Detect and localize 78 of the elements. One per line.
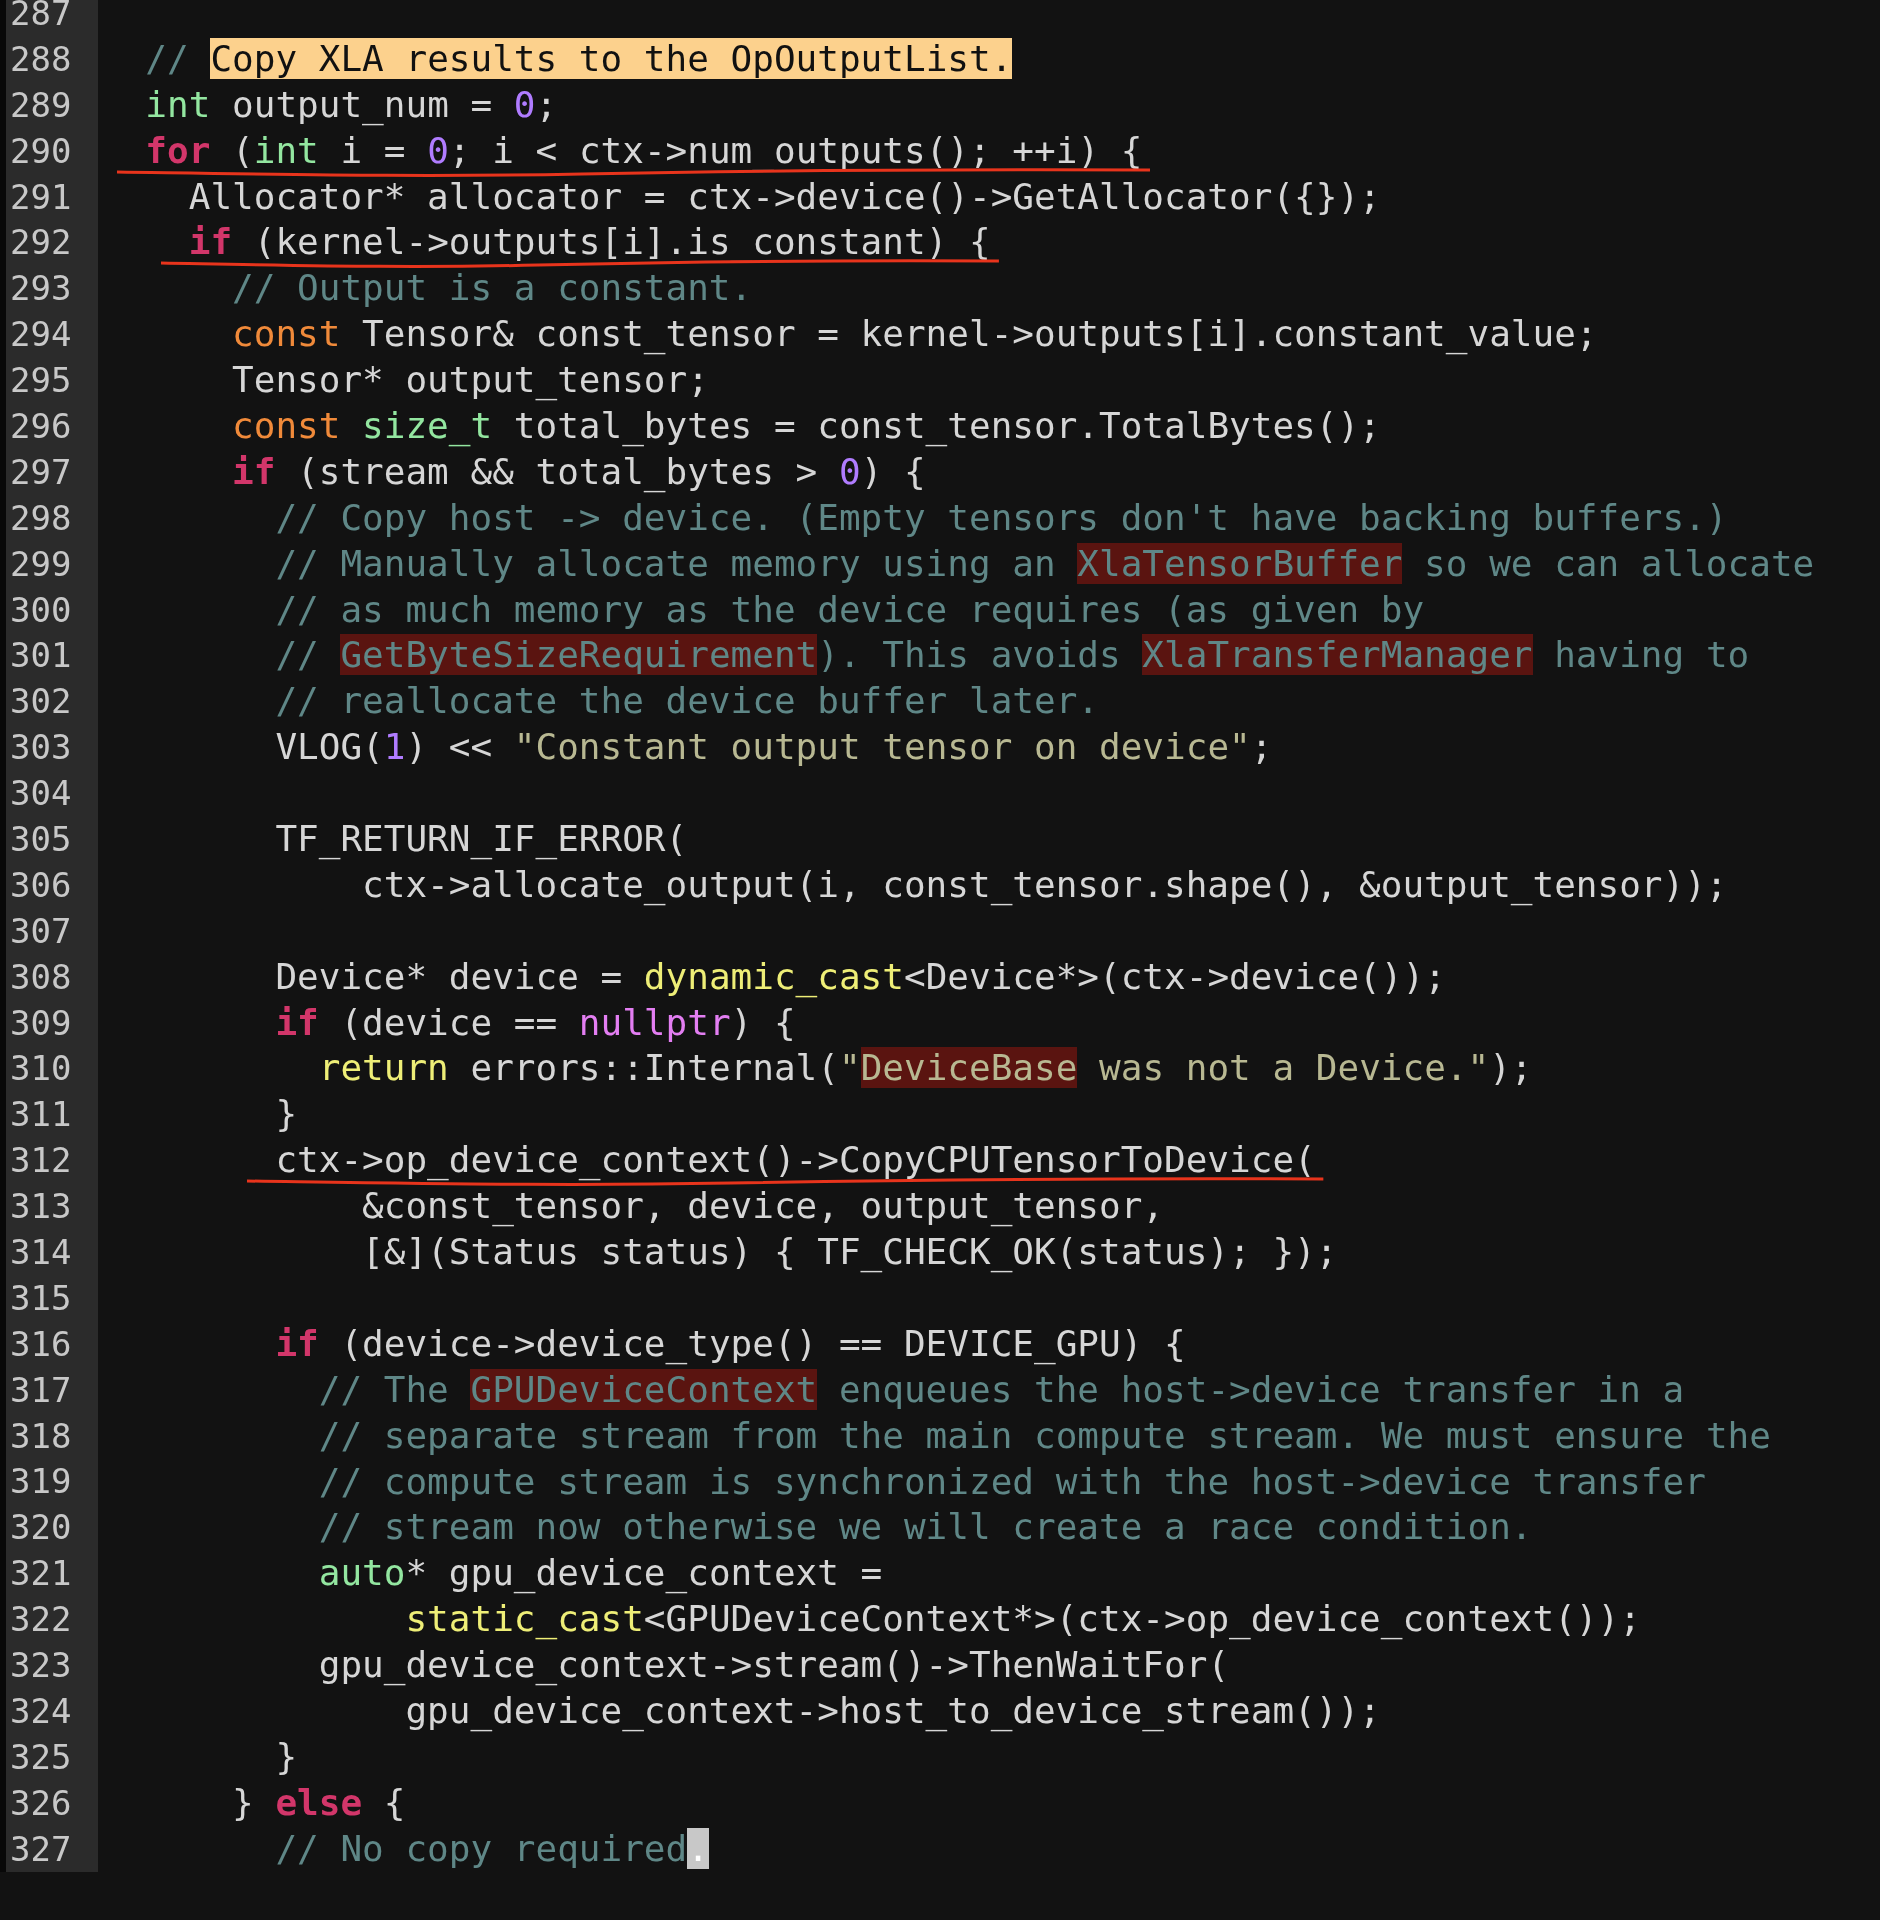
code-line: VLOG(1) << "Constant output tensor on device"; [275,726,1273,768]
line-number: 294 [10,314,72,355]
code-line: for (int i = 0; i < ctx->num_outputs(); ++i) { [145,129,1143,171]
line-number: 317 [10,1369,72,1410]
code-line: const Tensor& const_tensor = kernel->outputs[i].constant_value; [232,313,1598,355]
code-line: gpu_device_context->stream()->ThenWaitFor( [318,1644,1230,1686]
line-number: 327 [10,1828,72,1869]
line-number: 320 [10,1507,72,1548]
line-number: 315 [10,1277,72,1318]
line-number: 310 [10,1048,72,1089]
line-number: 299 [10,543,72,584]
line-number: 292 [10,222,72,263]
code-line: if (stream && total_bytes > 0) { [232,450,926,492]
code-line: } [275,1093,298,1135]
line-number: 303 [10,727,72,768]
code-line: gpu_device_context->host_to_device_stream()); [405,1689,1381,1731]
code-line: // Manually allocate memory using an XlaTensorBuffer so we can allocate [275,542,1815,584]
line-number: 297 [10,451,72,492]
line-number: 301 [10,635,72,676]
code-line: // Output is a constant. [232,267,753,309]
line-number: 291 [10,176,72,217]
code-line: // The GPUDeviceContext enqueues the host->device transfer in a [318,1368,1685,1410]
code-line: // compute stream is synchronized with the host->device transfer [318,1460,1706,1502]
code-line: // GetByteSizeRequirement). This avoids XlaTransferManager having to [275,634,1750,676]
line-number: 319 [10,1461,72,1502]
line-number: 323 [10,1645,72,1685]
code-line: Device* device = dynamic_cast<Device*>(ctx->device()); [275,955,1446,997]
code-line: // stream now otherwise we will create a race condition. [318,1506,1533,1548]
line-number: 287 [10,0,72,33]
line-number: 307 [10,910,72,951]
line-number: 305 [10,818,72,859]
line-number: 295 [10,360,72,401]
line-number: 324 [10,1690,72,1731]
line-number: 296 [10,405,72,446]
code-line: auto* gpu_device_context = [318,1552,883,1594]
code-line: // Copy host -> device. (Empty tensors don't have backing buffers.) [275,496,1728,538]
line-number: 300 [10,589,72,630]
code-line: // separate stream from the main compute stream. We must ensure the [318,1414,1771,1456]
code-line: Tensor* output_tensor; [232,359,709,401]
code-line: } [275,1735,298,1777]
line-number: 308 [10,956,72,997]
code-line: TF_RETURN_IF_ERROR( [275,818,688,860]
code-line: // Copy XLA results to the OpOutputList. [145,37,1013,79]
code-line: // No copy required. [275,1827,709,1869]
code-line: [&](Status status) { TF_CHECK_OK(status); }); [362,1231,1338,1273]
line-number: 288 [10,38,72,79]
line-number: 289 [10,84,72,125]
code-line: // as much memory as the device requires (as given by [275,588,1425,630]
code-line: &const_tensor, device, output_tensor, [362,1185,1165,1227]
code-line: if (kernel->outputs[i].is_constant) { [188,221,991,263]
line-number: 293 [10,268,72,309]
line-number: 290 [10,130,72,171]
code-line: static_cast<GPUDeviceContext*>(ctx->op_device_context()); [405,1598,1641,1640]
line-number: 312 [10,1140,72,1181]
line-number: 325 [10,1736,72,1777]
line-number: 311 [10,1094,72,1135]
line-number: 313 [10,1186,72,1227]
line-number: 302 [10,681,72,722]
line-number: 316 [10,1323,72,1364]
line-number: 298 [10,497,72,538]
code-line: ctx->op_device_context()->CopyCPUTensorToDevice( [275,1139,1316,1181]
code-line: if (device->device_type() == DEVICE_GPU) { [275,1322,1186,1364]
line-number: 314 [10,1232,72,1272]
code-line: int output_num = 0; [145,83,558,125]
code-line: return errors::Internal("DeviceBase was not a Device."); [318,1047,1533,1089]
line-number: 321 [10,1553,72,1594]
line-number: 326 [10,1782,72,1823]
line-number: 304 [10,773,72,814]
code-line: } else { [232,1781,406,1823]
line-number: 322 [10,1599,72,1640]
code-line: // reallocate the device buffer later. [275,680,1099,722]
line-number: 306 [10,864,72,905]
line-number: 309 [10,1002,72,1043]
code-line: ctx->allocate_output(i, const_tensor.shape(), &output_tensor)); [362,863,1728,905]
code-line: if (device == nullptr) { [275,1001,796,1043]
code-line: const size_t total_bytes = const_tensor.TotalBytes(); [232,405,1381,446]
code-line: Allocator* allocator = ctx->device()->GetAllocator({}); [188,175,1381,217]
line-number: 318 [10,1415,72,1456]
